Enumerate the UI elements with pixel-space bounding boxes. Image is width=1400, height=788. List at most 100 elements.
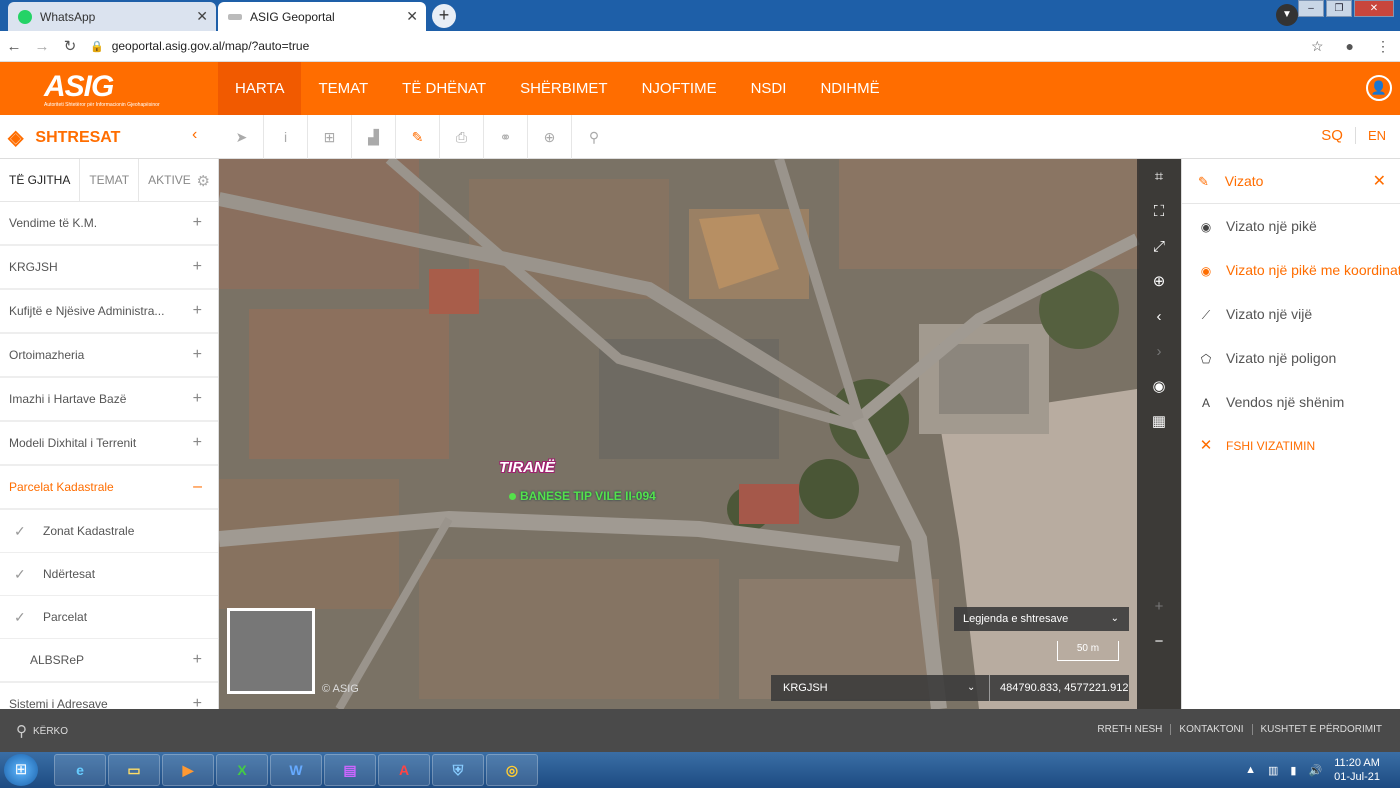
expand-plus-icon[interactable]: + — [193, 202, 202, 244]
layer-group-item[interactable]: Sistemi i Adresave + — [0, 683, 218, 709]
layer-group-item[interactable]: Ortoimazheria + — [0, 334, 218, 378]
menu-item-ndihme[interactable]: NDIHMË — [803, 62, 896, 115]
draw-line-button[interactable]: ⟋ Vizato një vijë — [1182, 292, 1400, 336]
pdf-icon[interactable]: A — [378, 754, 430, 786]
menu-item-te-dhenat[interactable]: TË DHËNAT — [385, 62, 503, 115]
browser-tab-whatsapp[interactable]: WhatsApp ✕ — [8, 2, 216, 31]
overview-minimap[interactable] — [227, 608, 315, 694]
collapse-minus-icon[interactable]: – — [193, 466, 202, 508]
url-field[interactable]: 🔒 geoportal.asig.gov.al/map/?auto=true — [90, 39, 309, 53]
grid-icon[interactable]: ▦ — [1137, 404, 1181, 439]
select-pointer-icon[interactable]: ➤ — [220, 115, 264, 159]
map-poi-label[interactable]: BANESE TIP VILE II-094 — [509, 489, 656, 503]
check-icon[interactable]: ✓ — [14, 510, 26, 552]
layer-group-item[interactable]: Vendime të K.M. + — [0, 202, 218, 246]
settings-gear-icon[interactable]: ⚙ — [197, 172, 210, 190]
legend-dropdown[interactable]: Legjenda e shtresave ⌄ — [954, 607, 1129, 631]
check-icon[interactable]: ✓ — [14, 596, 26, 638]
globe-icon[interactable]: ◉ — [1137, 369, 1181, 404]
media-player-icon[interactable]: ▶ — [162, 754, 214, 786]
expand-plus-icon[interactable]: + — [193, 422, 202, 464]
expand-icon[interactable]: ⤢ — [1137, 229, 1181, 264]
expand-plus-icon[interactable]: + — [193, 683, 202, 709]
fullscreen-icon[interactable]: ⛶ — [1137, 194, 1181, 229]
reload-icon[interactable]: ↻ — [56, 37, 84, 55]
search-icon[interactable]: ⚲ — [572, 115, 616, 159]
check-icon[interactable]: ✓ — [14, 553, 26, 595]
footer-link-contact[interactable]: KONTAKTONI — [1170, 724, 1251, 735]
expand-plus-icon[interactable]: + — [193, 334, 202, 376]
signal-icon[interactable]: ▮ — [1290, 764, 1296, 777]
chevron-down-icon[interactable]: ⌄ — [967, 675, 975, 701]
menu-item-sherbimet[interactable]: SHËRBIMET — [503, 62, 625, 115]
start-button[interactable]: ⊞ — [4, 754, 38, 786]
lang-sq-button[interactable]: SQ — [1321, 127, 1356, 144]
layer-subitem[interactable]: ✓ Parcelat — [0, 596, 218, 639]
zoom-out-button[interactable]: − — [1137, 624, 1181, 659]
winrar-icon[interactable]: ▤ — [324, 754, 376, 786]
draw-point-coord-button[interactable]: ◉ Vizato një pikë me koordinata — [1182, 248, 1400, 292]
print-icon[interactable]: ⎙ — [440, 115, 484, 159]
add-circle-icon[interactable]: ⊕ — [528, 115, 572, 159]
tab-themes[interactable]: TEMAT — [80, 159, 140, 202]
previous-view-icon[interactable]: ‹ — [1137, 299, 1181, 334]
footer-link-terms[interactable]: KUSHTET E PËRDORIMIT — [1251, 724, 1391, 735]
window-close-button[interactable]: ✕ — [1354, 0, 1394, 17]
maximize-button[interactable]: ❐ — [1326, 0, 1352, 17]
map-canvas[interactable]: TIRANË BANESE TIP VILE II-094 © ASIG Leg… — [219, 159, 1181, 709]
chrome-icon[interactable]: ◎ — [486, 754, 538, 786]
tray-arrow-icon[interactable]: ▲ — [1245, 764, 1256, 776]
expand-plus-icon[interactable]: + — [193, 378, 202, 420]
zoom-in-button[interactable]: + — [1137, 589, 1181, 624]
layer-group-item[interactable]: ALBSReP + — [0, 639, 218, 683]
draw-point-button[interactable]: ◉ Vizato një pikë — [1182, 204, 1400, 248]
menu-item-nsdi[interactable]: NSDI — [734, 62, 804, 115]
clock[interactable]: 11:20 AM 01-Jul-21 — [1334, 756, 1380, 784]
lang-en-button[interactable]: EN — [1356, 128, 1386, 143]
place-note-button[interactable]: A Vendos një shënim — [1182, 380, 1400, 424]
layer-group-item[interactable]: Imazhi i Hartave Bazë + — [0, 378, 218, 422]
close-tab-icon[interactable]: ✕ — [196, 8, 208, 25]
footer-search[interactable]: ⚲ KËRKO — [16, 722, 68, 740]
layer-group-item[interactable]: KRGJSH + — [0, 246, 218, 290]
next-view-icon[interactable]: › — [1137, 334, 1181, 369]
expand-plus-icon[interactable]: + — [193, 639, 202, 681]
profile-icon[interactable]: ● — [1346, 38, 1354, 55]
expand-plus-icon[interactable]: + — [193, 246, 202, 288]
layer-group-item[interactable]: Kufijtë e Njësive Administra... + — [0, 290, 218, 334]
new-tab-button[interactable]: + — [432, 4, 456, 28]
security-icon[interactable]: ⛨ — [432, 754, 484, 786]
excel-icon[interactable]: X — [216, 754, 268, 786]
ie-icon[interactable]: e — [54, 754, 106, 786]
forward-icon[interactable]: → — [28, 38, 56, 55]
layer-subitem[interactable]: ✓ Zonat Kadastrale — [0, 510, 218, 553]
footer-link-about[interactable]: RRETH NESH — [1089, 724, 1170, 735]
collapse-panel-icon[interactable]: ‹ — [192, 126, 197, 144]
draw-polygon-button[interactable]: ⬠ Vizato një poligon — [1182, 336, 1400, 380]
share-link-icon[interactable]: ⚭ — [484, 115, 528, 159]
add-layer-icon[interactable]: ⊞ — [308, 115, 352, 159]
tab-all[interactable]: TË GJITHA — [0, 159, 81, 202]
delete-drawing-button[interactable]: ✕ FSHI VIZATIMIN — [1182, 424, 1400, 468]
menu-item-temat[interactable]: TEMAT — [301, 62, 385, 115]
basemap-icon[interactable]: ⌗ — [1137, 159, 1181, 194]
zoom-extent-icon[interactable]: ⊕ — [1137, 264, 1181, 299]
menu-item-harta[interactable]: HARTA — [218, 62, 302, 115]
explorer-icon[interactable]: ▭ — [108, 754, 160, 786]
layer-group-item[interactable]: Modeli Dixhital i Terrenit + — [0, 422, 218, 466]
browser-tab-asig[interactable]: ASIG Geoportal ✕ — [218, 2, 426, 31]
close-icon[interactable]: ✕ — [1373, 159, 1386, 204]
volume-icon[interactable]: 🔊 — [1308, 764, 1322, 777]
layer-subitem[interactable]: ✓ Ndërtesat — [0, 553, 218, 596]
bookmark-star-icon[interactable]: ☆ — [1311, 38, 1324, 55]
browser-menu-icon[interactable]: ⋮ — [1376, 38, 1390, 55]
draw-edit-icon[interactable]: ✎ — [396, 115, 440, 159]
minimize-button[interactable]: – — [1298, 0, 1324, 17]
network-icon[interactable]: ▥ — [1268, 764, 1278, 777]
info-icon[interactable]: i — [264, 115, 308, 159]
layer-group-item-open[interactable]: Parcelat Kadastrale – — [0, 466, 218, 510]
word-icon[interactable]: W — [270, 754, 322, 786]
expand-plus-icon[interactable]: + — [193, 290, 202, 332]
menu-item-njoftime[interactable]: NJOFTIME — [625, 62, 734, 115]
tab-active[interactable]: AKTIVE — [139, 159, 200, 202]
